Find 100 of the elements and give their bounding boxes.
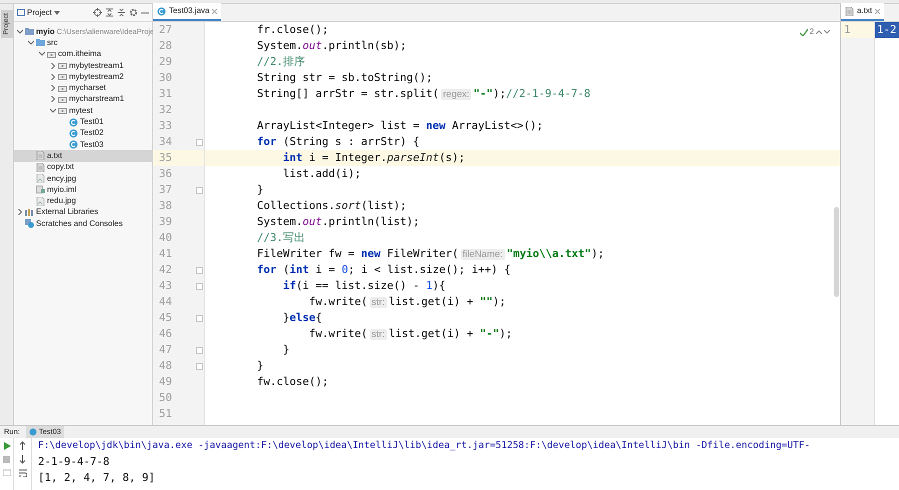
code-line: fw.close(); [256, 375, 329, 388]
tree-item-label: Test02 [80, 127, 104, 140]
tree-item-label: redu.jpg [47, 195, 76, 208]
collapsed-chevron-icon[interactable] [50, 62, 56, 69]
folder-icon [36, 38, 45, 48]
line-number: 31 [158, 86, 174, 102]
line-number: 40 [158, 230, 174, 246]
locate-icon[interactable] [93, 8, 102, 17]
fold-marker-icon[interactable] [196, 314, 203, 322]
line-number: 36 [158, 166, 174, 182]
tree-item-label: Test03 [80, 138, 104, 151]
package-folder-icon [58, 94, 67, 104]
module-file-icon [36, 185, 45, 194]
package-folder-icon [58, 61, 67, 70]
scrollbar-thumb[interactable] [834, 207, 839, 297]
line-number: 50 [158, 390, 174, 406]
settings-icon[interactable] [129, 8, 138, 17]
expand-all-icon[interactable] [105, 8, 114, 17]
minimize-icon[interactable] [141, 12, 149, 14]
fold-marker-icon[interactable] [196, 362, 203, 370]
collapsed-chevron-icon[interactable] [50, 85, 56, 92]
line-number: 34 [158, 134, 174, 150]
code-line: int i = Integer.parseInt(s); [282, 151, 466, 164]
package-folder-icon [58, 72, 67, 82]
code-line: FileWriter fw = new FileWriter( fileName: "myio\\a.txt"); [256, 247, 604, 260]
tree-item-label: copy.txt [47, 161, 74, 174]
fold-marker-icon[interactable] [196, 282, 203, 290]
console-output-line: F:\develop\jdk\bin\java.exe -javaagent:F:\develop\idea\IntelliJ\lib\idea_rt.jar=51258:F:\develop\idea\IntelliJ\bin -Dfile.encoding=UTF- [38, 439, 812, 453]
code-line: fw.write( str: list.get(i) + ""); [308, 295, 506, 308]
up-arrow-icon[interactable] [19, 441, 26, 450]
fold-marker-icon[interactable] [196, 266, 203, 274]
editor-tab[interactable]: a.txt [841, 3, 884, 21]
project-view-dropdown[interactable]: Project [17, 6, 60, 18]
code-line: System.out.println(list); [256, 215, 420, 228]
line-number: 46 [158, 326, 174, 342]
collapse-all-icon[interactable] [117, 8, 126, 17]
line-number: 42 [158, 262, 174, 278]
line-number: 27 [158, 22, 174, 38]
code-line: for (String s : arrStr) { [256, 135, 420, 148]
line-number: 28 [158, 38, 174, 54]
line-number: 49 [158, 374, 174, 390]
tree-item-label: ency.jpg [47, 172, 76, 185]
library-icon [25, 208, 34, 217]
line-number: 1 [841, 22, 874, 38]
tree-item-label: mycharstream1 [69, 93, 124, 106]
expanded-chevron-icon[interactable] [50, 108, 56, 114]
check-icon [800, 28, 808, 36]
module-folder-icon [25, 27, 34, 36]
package-folder-icon [58, 84, 67, 93]
expanded-chevron-icon[interactable] [39, 51, 45, 58]
line-number: 43 [158, 278, 174, 294]
collapsed-chevron-icon[interactable] [50, 74, 56, 80]
down-chevron-icon [824, 30, 830, 34]
line-number: 32 [158, 102, 174, 118]
editor-tab[interactable]: Test03.java [153, 3, 222, 21]
tree-item-label: mybytestream1 [69, 60, 124, 72]
code-line: fw.write( str: list.get(i) + "-"); [308, 327, 512, 340]
code-line: Collections.sort(list); [256, 199, 407, 212]
line-number: 51 [158, 406, 174, 422]
line-number: 41 [158, 246, 174, 262]
code-line: ArrayList<Integer> list = new ArrayList<>(); [256, 119, 544, 132]
collapsed-chevron-icon[interactable] [17, 209, 23, 216]
line-number: 39 [158, 214, 174, 230]
line-number: 44 [158, 294, 174, 310]
tree-item-label: a.txt [47, 150, 62, 162]
line-number: 48 [158, 358, 174, 374]
image-file-icon [36, 174, 45, 183]
class-icon [157, 6, 166, 16]
package-folder-icon [58, 106, 67, 116]
soft-wrap-icon[interactable] [18, 469, 26, 477]
code-line: if(i == list.size() - 1){ [282, 279, 446, 292]
scratches-icon [25, 219, 34, 228]
expanded-chevron-icon[interactable] [28, 40, 34, 46]
down-arrow-icon[interactable] [19, 455, 26, 464]
selected-row-highlight[interactable]: a.txt [14, 150, 152, 162]
code-line: //2.排序 [256, 55, 306, 68]
fold-marker-icon[interactable] [196, 346, 203, 354]
image-file-icon [36, 196, 45, 206]
line-number: 38 [158, 198, 174, 214]
line-number: 37 [158, 182, 174, 198]
line-number: 35 [158, 150, 174, 166]
collapsed-chevron-icon[interactable] [50, 96, 56, 102]
fold-marker-icon[interactable] [196, 186, 203, 194]
fold-marker-icon[interactable] [196, 138, 203, 146]
code-line: //3.写出 [256, 231, 306, 244]
code-line: String[] arrStr = str.split( regex: "-");//2-1-9-4-7-8 [256, 87, 590, 100]
tree-item-label: myio [36, 26, 55, 38]
text-file-icon [36, 151, 45, 160]
code-line: System.out.println(sb); [256, 39, 407, 52]
expanded-chevron-icon[interactable] [17, 28, 23, 35]
code-line: } [256, 359, 264, 372]
run-icon[interactable] [2, 442, 10, 450]
code-line: list.add(i); [282, 167, 362, 180]
code-line: fr.close(); [256, 23, 329, 36]
tree-item-label: src [47, 36, 58, 49]
inspection-widget[interactable]: 2 [800, 26, 830, 38]
line-number: 33 [158, 118, 174, 134]
selected-text: 1-2 [875, 22, 899, 38]
tree-item-label: mybytestream2 [69, 70, 124, 83]
class-icon [69, 128, 78, 138]
